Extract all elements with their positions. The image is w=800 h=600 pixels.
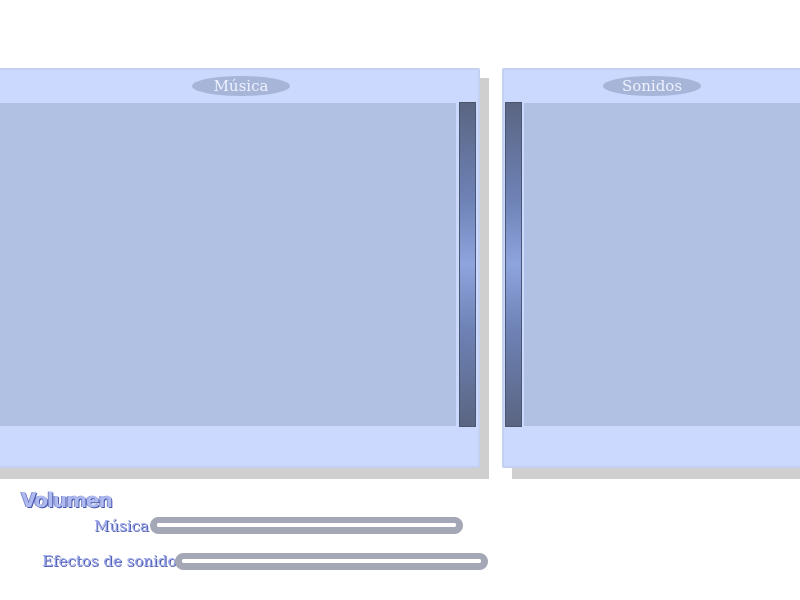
sounds-panel-title: Sonidos (603, 76, 701, 96)
music-volume-track (157, 523, 456, 527)
volume-heading: Volumen (21, 488, 113, 512)
music-panel-title: Música (192, 76, 290, 96)
sfx-volume-track (182, 559, 481, 563)
options-screen: Música Sonidos Volumen Música Efectos de… (0, 0, 800, 600)
sfx-volume-fill (182, 559, 481, 563)
sounds-list[interactable] (524, 103, 800, 426)
music-volume-label: Música (94, 517, 149, 535)
music-volume-slider[interactable] (150, 517, 463, 534)
music-panel: Música (0, 68, 480, 468)
sfx-volume-label: Efectos de sonido (42, 552, 177, 570)
sounds-panel: Sonidos (502, 68, 800, 468)
sounds-list-scrollbar[interactable] (505, 102, 522, 427)
music-volume-fill (157, 523, 456, 527)
music-list[interactable] (0, 103, 456, 426)
music-list-scrollbar[interactable] (459, 102, 476, 427)
sfx-volume-slider[interactable] (175, 553, 488, 570)
